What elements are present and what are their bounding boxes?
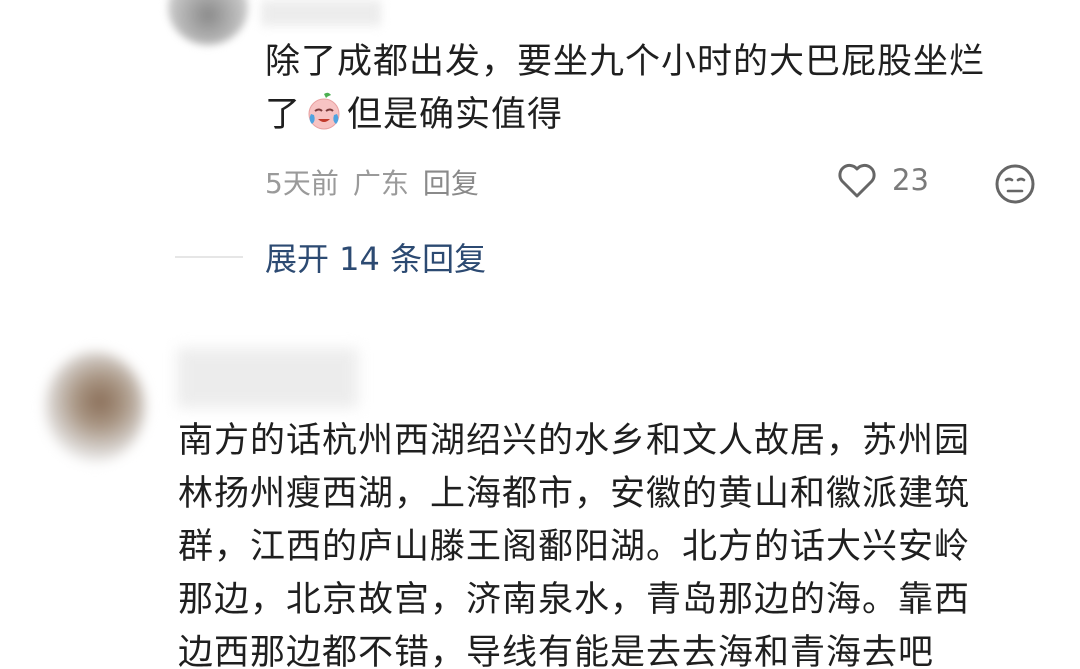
comment-1-line-2-end: 但是确实值得 (347, 95, 564, 135)
comment-1-line-1: 除了成都出发，要坐九个小时的大巴屁股坐烂 (265, 42, 986, 82)
meh-face-icon (995, 164, 1035, 204)
comment-2-line-2: 林扬州瘦西湖，上海都市，安徽的黄山和徽派建筑 (178, 474, 971, 514)
comment-1-time: 5天前 (265, 167, 339, 200)
commenter-avatar-2[interactable] (45, 352, 145, 462)
expand-replies-row: 展开 14 条回复 (175, 234, 486, 280)
comment-1-line-2-start: 了 (265, 95, 302, 135)
commenter-avatar-1[interactable] (168, 0, 248, 45)
comment-1-actions: 23 (836, 160, 929, 200)
like-button[interactable] (836, 160, 878, 200)
crying-face-emoji (308, 92, 340, 130)
comment-2-line-5: 边西那边都不错，导线有能是去去海和青海去吧 (178, 633, 935, 669)
expand-divider (175, 256, 243, 258)
comment-1-reply-button[interactable]: 回复 (423, 167, 479, 200)
comment-2-line-1: 南方的话杭州西湖绍兴的水乡和文人故居，苏州园 (178, 421, 971, 461)
comment-2-line-3: 群，江西的庐山滕王阁鄱阳湖。北方的话大兴安岭 (178, 527, 971, 567)
heart-outline-icon (838, 163, 876, 198)
comment-1-line-2: 了 但是确实值得 (265, 89, 985, 142)
like-count: 23 (892, 163, 929, 197)
comment-1-text: 除了成都出发，要坐九个小时的大巴屁股坐烂 了 但是确实值得 (265, 36, 985, 142)
comment-2-text: 南方的话杭州西湖绍兴的水乡和文人故居，苏州园 林扬州瘦西湖，上海都市，安徽的黄山… (178, 415, 970, 669)
comment-2-line-4: 那边，北京故宫，济南泉水，青岛那边的海。靠西 (178, 580, 971, 620)
expand-replies-button[interactable]: 展开 14 条回复 (265, 234, 486, 280)
comment-1-location: 广东 (352, 167, 409, 200)
commenter-name-1-blurred[interactable] (262, 0, 382, 26)
commenter-name-2-blurred[interactable] (178, 348, 358, 408)
comment-1-meta: 5天前 广东 回复 (265, 162, 493, 202)
dislike-button[interactable] (993, 162, 1037, 206)
